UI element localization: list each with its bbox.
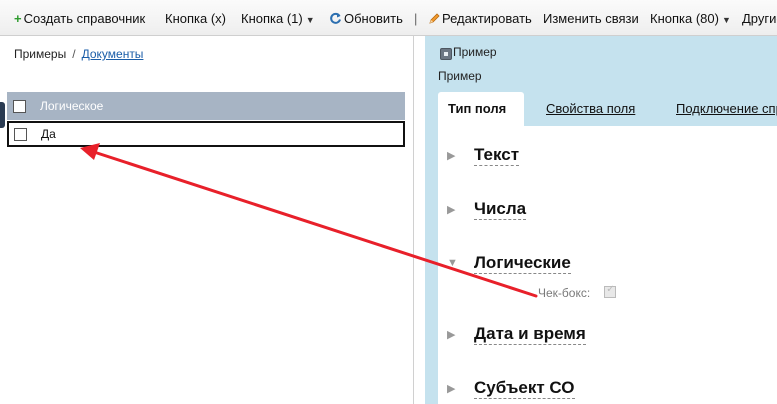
chevron-down-icon: ▼: [447, 257, 458, 269]
button-1-label: Кнопка (1): [241, 11, 303, 26]
plus-icon: +: [14, 11, 22, 26]
row-checkbox[interactable]: [14, 128, 27, 141]
button-1-dropdown[interactable]: Кнопка (1) ▼: [241, 11, 315, 27]
tab-field-type-label: Тип поля: [448, 101, 507, 116]
toolbar-separator: |: [414, 11, 418, 26]
other-dropdown[interactable]: Другие: [742, 11, 777, 27]
breadcrumb-root: Примеры: [14, 47, 67, 61]
change-links-button[interactable]: Изменить связи: [543, 11, 639, 27]
detail-title: Пример: [453, 45, 497, 59]
change-links-label: Изменить связи: [543, 11, 639, 26]
refresh-icon: [329, 11, 342, 27]
refresh-label: Обновить: [344, 11, 403, 26]
create-reference-button[interactable]: + Создать справочник: [14, 11, 145, 27]
button-x[interactable]: Кнопка (x): [165, 11, 226, 27]
section-numbers-label: Числа: [474, 199, 527, 220]
checkbox-field[interactable]: [604, 284, 617, 298]
section-text-label: Текст: [474, 145, 520, 166]
other-label: Другие: [742, 11, 777, 26]
button-x-label: Кнопка (x): [165, 11, 226, 26]
select-all-checkbox[interactable]: [13, 100, 26, 113]
detail-subtitle: Пример: [438, 69, 482, 83]
detail-panel: Пример Пример Тип поля Свойства поля Под…: [425, 36, 777, 404]
pencil-icon: [428, 11, 440, 27]
caret-down-icon: ▼: [721, 15, 731, 25]
grid-header: Логическое: [7, 92, 405, 120]
breadcrumb-separator: /: [72, 47, 76, 61]
record-icon: [440, 48, 452, 60]
button-80-dropdown[interactable]: Кнопка (80) ▼: [650, 11, 731, 27]
tab-field-properties[interactable]: Свойства поля: [546, 101, 635, 116]
section-subject-label: Субъект СО: [474, 378, 575, 399]
chevron-right-icon: ▶: [447, 383, 456, 395]
chevron-right-icon: ▶: [447, 204, 456, 216]
breadcrumb: Примеры / Документы: [14, 47, 143, 61]
chevron-right-icon: ▶: [447, 329, 456, 341]
refresh-button[interactable]: Обновить: [329, 11, 403, 27]
caret-down-icon: ▼: [305, 15, 315, 25]
section-datetime-label: Дата и время: [474, 324, 586, 345]
edit-label: Редактировать: [442, 11, 532, 26]
table-row[interactable]: Да: [7, 121, 405, 147]
row-value: Да: [41, 127, 56, 141]
checkbox-field-label: Чек-бокс:: [538, 286, 591, 300]
chevron-right-icon: ▶: [447, 150, 456, 162]
edit-button[interactable]: Редактировать: [428, 11, 532, 27]
create-reference-label: Создать справочник: [23, 11, 146, 26]
collapse-handle[interactable]: [0, 102, 5, 128]
breadcrumb-documents-link[interactable]: Документы: [82, 47, 144, 61]
toolbar: + Создать справочник Кнопка (x) Кнопка (1…: [0, 0, 777, 36]
section-logical-label: Логические: [474, 253, 571, 274]
tab-reference-connection[interactable]: Подключение справочников: [676, 101, 777, 116]
button-80-label: Кнопка (80): [650, 11, 719, 26]
checkbox-field-row: Чек-бокс:: [538, 284, 617, 300]
tab-field-type[interactable]: Тип поля: [438, 92, 524, 126]
field-type-content: ▶ Текст ▶ Числа ▼ Логические Чек-бокс: ▶…: [438, 126, 777, 404]
column-header-logical[interactable]: Логическое: [40, 99, 103, 113]
list-panel: Примеры / Документы Логическое Да: [0, 36, 414, 404]
